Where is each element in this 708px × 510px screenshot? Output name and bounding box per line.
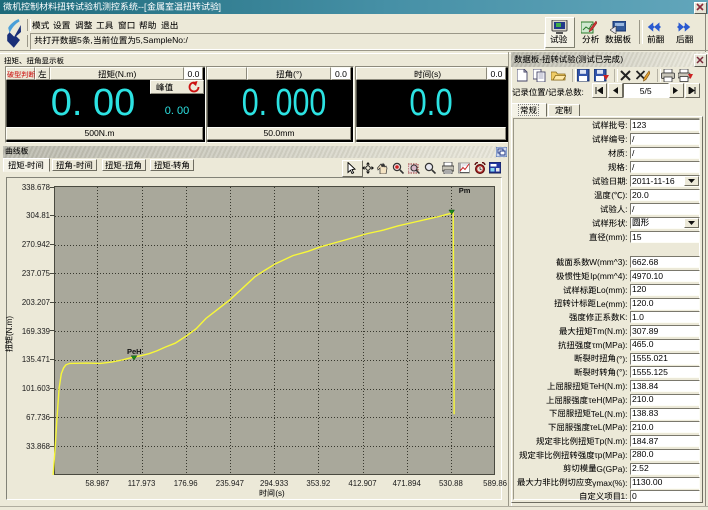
svg-text:PeH: PeH [127,347,142,356]
svg-text:Pm: Pm [459,186,471,195]
